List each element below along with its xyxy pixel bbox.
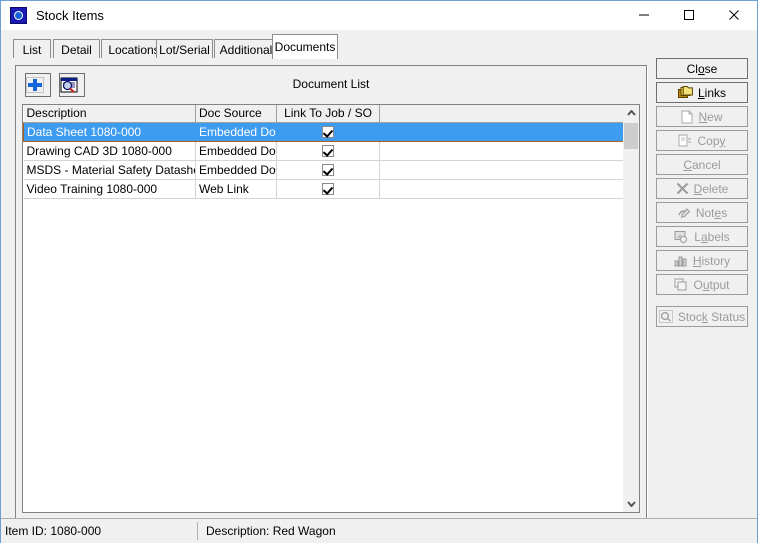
stock-items-window: Stock Items List Detail Locations Lot/Se…: [0, 0, 758, 543]
column-header-link-to-job-so[interactable]: Link To Job / SO: [276, 105, 380, 123]
close-window-button[interactable]: [711, 1, 756, 29]
document-toolbar: Document List: [16, 66, 646, 104]
bar-chart-icon: [674, 256, 687, 267]
blue-plus-icon: [26, 77, 44, 93]
tab-active-mask: [273, 58, 337, 59]
cancel-button[interactable]: Cancel: [656, 154, 748, 175]
tab-strip: List Detail Locations Lot/Serial Additio…: [1, 30, 757, 59]
delete-button-label: Delete: [693, 181, 729, 196]
stacked-folders-icon: [677, 86, 693, 98]
document-grid[interactable]: Description Doc Source Link To Job / SO …: [22, 104, 640, 513]
maximize-icon: [683, 10, 694, 20]
checkbox-checked-icon[interactable]: [322, 183, 334, 196]
history-button-label: History: [692, 253, 731, 268]
column-header-filler: [379, 105, 625, 123]
tab-documents[interactable]: Documents: [272, 34, 338, 59]
table-row[interactable]: Data Sheet 1080-000 Embedded Doc: [23, 121, 625, 142]
magnifier-box-icon: [658, 310, 673, 323]
cell-doc-source: Embedded Doc: [195, 141, 277, 161]
notes-pen-icon: [678, 208, 691, 218]
cell-filler: [379, 121, 625, 142]
cancel-button-label: Cancel: [683, 157, 721, 172]
document-list-title: Document List: [292, 77, 370, 91]
copy-button[interactable]: Copy: [656, 130, 748, 151]
tab-additional[interactable]: Additional: [214, 39, 278, 59]
copy-button-label: Copy: [697, 133, 726, 148]
labels-tag-icon: [674, 231, 688, 243]
cell-description: Video Training 1080-000: [23, 179, 196, 199]
app-stock-icon: [10, 7, 27, 24]
minimize-button[interactable]: [621, 1, 666, 29]
tab-lot-serial[interactable]: Lot/Serial: [156, 39, 213, 59]
stock-status-button[interactable]: Stock Status: [656, 306, 748, 327]
close-button[interactable]: Close: [656, 58, 748, 79]
notes-button-label: Notes: [695, 205, 728, 220]
chevron-up-icon: [626, 110, 636, 116]
checkbox-checked-icon[interactable]: [322, 145, 334, 158]
scroll-up-button[interactable]: [623, 105, 639, 121]
new-button[interactable]: New: [656, 106, 748, 127]
tab-list[interactable]: List: [13, 39, 51, 59]
output-button-label: Output: [693, 277, 730, 292]
cell-link-checkbox[interactable]: [276, 121, 380, 142]
cell-filler: [379, 179, 625, 199]
checkbox-checked-icon[interactable]: [322, 164, 334, 177]
status-bar: Item ID: 1080-000 Description: Red Wagon: [1, 518, 757, 542]
labels-button-label: Labels: [694, 229, 730, 244]
status-description: Description: Red Wagon: [206, 524, 336, 538]
page-icon: [681, 110, 693, 123]
cell-link-checkbox[interactable]: [276, 160, 380, 180]
output-button[interactable]: Output: [656, 274, 748, 295]
column-header-doc-source[interactable]: Doc Source: [195, 105, 277, 123]
x-cross-icon: [676, 182, 688, 195]
table-row[interactable]: Video Training 1080-000 Web Link: [23, 179, 625, 199]
scroll-down-button[interactable]: [623, 496, 639, 512]
cell-doc-source: Embedded Doc: [195, 160, 277, 180]
view-document-button[interactable]: [59, 73, 85, 97]
document-magnifier-icon: [60, 77, 78, 93]
window-controls: [621, 1, 756, 29]
table-row[interactable]: MSDS - Material Safety Datasheet Embedde…: [23, 160, 625, 180]
grid-vertical-scrollbar[interactable]: [623, 104, 640, 513]
cell-link-checkbox[interactable]: [276, 179, 380, 199]
action-button-panel: Close Links New Copy Cancel Delete Notes…: [652, 58, 752, 530]
new-button-label: New: [698, 109, 723, 124]
links-button-label: Links: [697, 85, 727, 100]
close-icon: [728, 10, 739, 20]
cell-doc-source: Embedded Doc: [195, 121, 277, 142]
tab-detail[interactable]: Detail: [53, 39, 100, 59]
table-row[interactable]: Drawing CAD 3D 1080-000 Embedded Doc: [23, 141, 625, 161]
document-list-panel: Document List Description Doc Source Lin…: [15, 65, 647, 520]
add-document-button[interactable]: [25, 73, 51, 97]
windows-stack-icon: [674, 278, 687, 291]
labels-button[interactable]: Labels: [656, 226, 748, 247]
stock-status-button-label: Stock Status: [677, 309, 746, 324]
scroll-thumb[interactable]: [624, 123, 638, 149]
table-header-row: Description Doc Source Link To Job / SO: [23, 105, 625, 123]
minimize-icon: [638, 14, 649, 16]
cell-doc-source: Web Link: [195, 179, 277, 199]
copy-page-icon: [678, 134, 692, 146]
cell-link-checkbox[interactable]: [276, 141, 380, 161]
column-header-description[interactable]: Description: [23, 105, 196, 123]
delete-button[interactable]: Delete: [656, 178, 748, 199]
cell-description: Data Sheet 1080-000: [23, 121, 196, 142]
close-button-label: Close: [686, 61, 718, 76]
title-bar: Stock Items: [1, 1, 757, 30]
notes-button[interactable]: Notes: [656, 202, 748, 223]
window-title: Stock Items: [36, 8, 104, 23]
content-area: Document List Description Doc Source Lin…: [1, 58, 757, 543]
cell-description: Drawing CAD 3D 1080-000: [23, 141, 196, 161]
maximize-button[interactable]: [666, 1, 711, 29]
cell-filler: [379, 160, 625, 180]
chevron-down-icon: [626, 501, 636, 507]
cell-description: MSDS - Material Safety Datasheet: [23, 160, 196, 180]
history-button[interactable]: History: [656, 250, 748, 271]
cell-filler: [379, 141, 625, 161]
status-item-id: Item ID: 1080-000: [1, 522, 198, 540]
checkbox-checked-icon[interactable]: [322, 126, 334, 139]
links-button[interactable]: Links: [656, 82, 748, 103]
document-table: Description Doc Source Link To Job / SO …: [23, 105, 625, 199]
